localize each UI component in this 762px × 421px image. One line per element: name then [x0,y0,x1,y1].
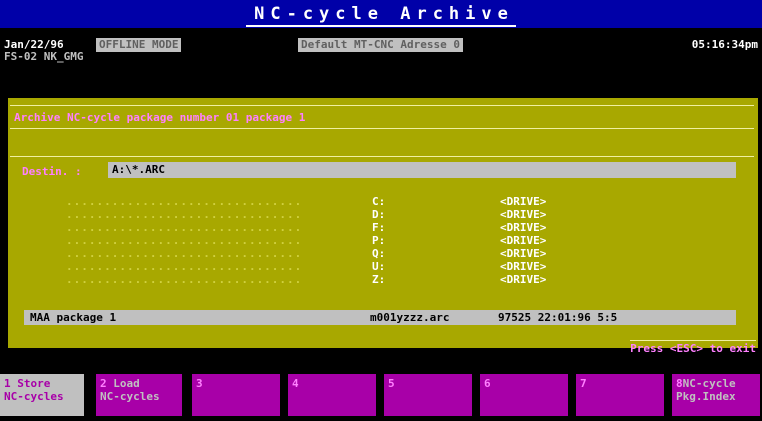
fkey-label: Pkg.Index [676,390,736,403]
leader-dots: ............................... [66,221,303,234]
drive-type: <DRIVE> [500,208,547,221]
title-bar: NC-cycle Archive [0,0,762,28]
f4-button[interactable]: 4 [288,374,376,416]
drive-item[interactable]: ............................... P: <DRIV… [10,234,754,247]
drive-type: <DRIVE> [500,260,547,273]
fkey-number: 8 [676,377,683,390]
drive-item[interactable]: ............................... F: <DRIV… [10,221,754,234]
address-indicator: Default MT-CNC Adresse 0 [298,38,463,52]
file-name: m001yzzz.arc [370,311,450,324]
f5-button[interactable]: 5 [384,374,472,416]
header-time: 05:16:34pm [691,38,758,51]
drive-letter: F: [372,221,386,234]
leader-dots: ............................... [66,195,303,208]
drive-type: <DRIVE> [500,234,547,247]
selected-file-row[interactable]: MAA package 1 m001yzzz.arc 97525 22:01:9… [24,310,736,325]
fkey-number: 2 [100,377,107,390]
archive-description: Archive NC-cycle package number 01 packa… [10,105,754,129]
f1-store-button[interactable]: 1 Store NC-cycles [0,374,84,416]
drive-letter: P: [372,234,386,247]
drive-item[interactable]: ............................... Q: <DRIV… [10,247,754,260]
f3-button[interactable]: 3 [192,374,280,416]
drive-type: <DRIVE> [500,221,547,234]
leader-dots: ............................... [66,260,303,273]
drive-letter: U: [372,260,386,273]
function-key-bar: 1 Store NC-cycles 2 Load NC-cycles 3 4 5… [0,374,762,416]
fkey-label: NC-cycles [100,390,160,403]
fkey-number: 7 [580,377,587,390]
fkey-label: Load [113,377,140,390]
f6-button[interactable]: 6 [480,374,568,416]
f8-index-button[interactable]: 8NC-cycle Pkg.Index [672,374,760,416]
f2-load-button[interactable]: 2 Load NC-cycles [96,374,182,416]
drive-letter: D: [372,208,386,221]
fkey-number: 6 [484,377,491,390]
drive-type: <DRIVE> [500,273,547,286]
drive-item[interactable]: ............................... Z: <DRIV… [10,273,754,286]
file-info: 97525 22:01:96 5:5 [498,311,618,324]
drive-item[interactable]: ............................... U: <DRIV… [10,260,754,273]
header-subline: FS-02 NK_GMG [4,50,84,63]
destination-input[interactable]: A:\*.ARC [108,162,736,178]
drive-letter: C: [372,195,386,208]
drive-letter: Z: [372,273,386,286]
fkey-label: NC-cycle [682,377,736,390]
fkey-number: 5 [388,377,395,390]
fkey-number: 1 [4,377,11,390]
esc-hint: Press <ESC> to exit [630,340,756,355]
fkey-number: 3 [196,377,203,390]
leader-dots: ............................... [66,234,303,247]
leader-dots: ............................... [66,247,303,260]
fkey-label: Store [17,377,51,390]
fkey-number: 4 [292,377,299,390]
drive-letter: Q: [372,247,386,260]
mode-indicator: OFFLINE MODE [96,38,182,52]
drive-item[interactable]: ............................... D: <DRIV… [10,208,754,221]
package-name: MAA package 1 [30,311,117,324]
fkey-label: NC-cycles [4,390,64,403]
drive-list: ............................... C: <DRIV… [10,195,754,286]
leader-dots: ............................... [66,208,303,221]
drive-type: <DRIVE> [500,195,547,208]
f7-button[interactable]: 7 [576,374,664,416]
app-title: NC-cycle Archive [246,4,516,27]
drive-type: <DRIVE> [500,247,547,260]
drive-item[interactable]: ............................... C: <DRIV… [10,195,754,208]
leader-dots: ............................... [66,273,303,286]
destination-label: Destin. : [22,165,82,178]
